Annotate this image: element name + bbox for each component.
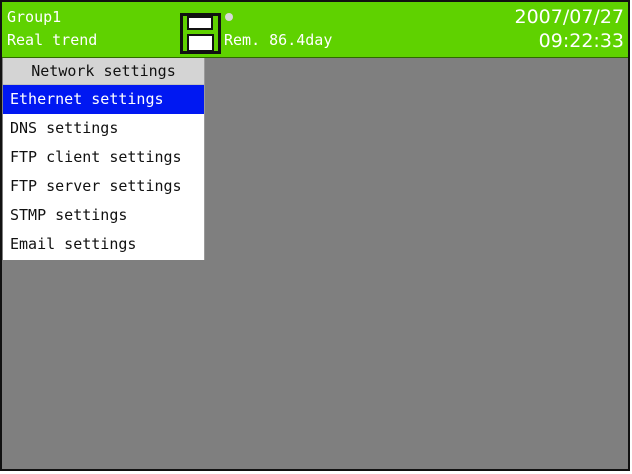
menu-item-stmp-settings[interactable]: STMP settings (3, 201, 204, 230)
media-indicator-dot (225, 13, 233, 21)
menu-item-email-settings[interactable]: Email settings (3, 230, 204, 259)
network-settings-menu: Network settings Ethernet settings DNS s… (3, 58, 205, 260)
date-display: 2007/07/27 (514, 6, 624, 28)
menu-item-ethernet-settings[interactable]: Ethernet settings (3, 85, 204, 114)
trend-mode[interactable]: Real trend (7, 31, 97, 49)
time-display: 09:22:33 (538, 30, 624, 52)
status-bar: Group1 Real trend Rem. 86.4day 2007/07/2… (2, 2, 628, 58)
menu-item-dns-settings[interactable]: DNS settings (3, 114, 204, 143)
remaining-capacity: Rem. 86.4day (224, 31, 333, 49)
floppy-disk-icon (180, 13, 221, 54)
group-name[interactable]: Group1 (7, 8, 61, 26)
menu-items: Ethernet settings DNS settings FTP clien… (3, 85, 204, 260)
menu-item-ftp-server-settings[interactable]: FTP server settings (3, 172, 204, 201)
menu-title: Network settings (3, 58, 204, 85)
menu-item-ftp-client-settings[interactable]: FTP client settings (3, 143, 204, 172)
recorder-screen: Group1 Real trend Rem. 86.4day 2007/07/2… (0, 0, 630, 471)
